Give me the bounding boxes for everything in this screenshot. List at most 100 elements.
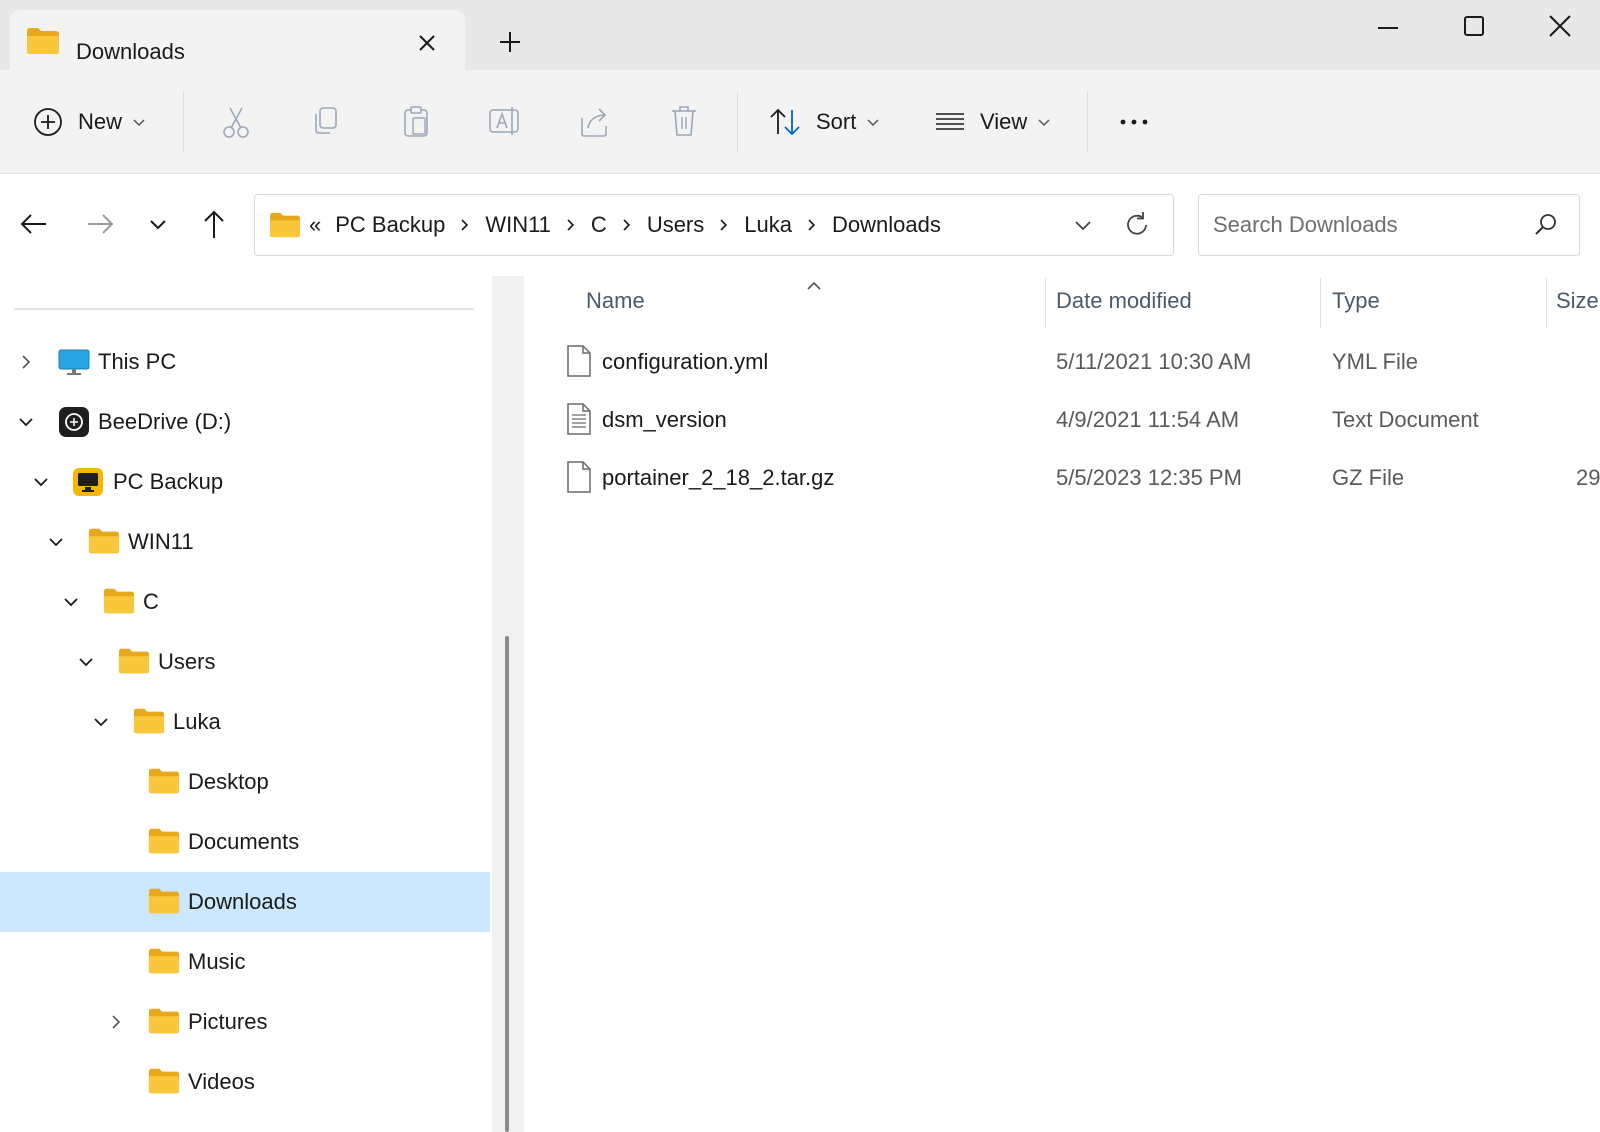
file-date-modified: 4/9/2021 11:54 AM (1056, 407, 1240, 432)
back-arrow-icon[interactable] (16, 206, 52, 242)
file-date-modified: 5/11/2021 10:30 AM (1056, 349, 1252, 374)
sidebar-item-c[interactable]: C (0, 572, 490, 632)
chevron-down-icon (1038, 119, 1050, 127)
sidebar-item-win11[interactable]: WIN11 (0, 512, 490, 572)
address-history-chevron-icon[interactable] (1067, 209, 1099, 241)
chevron-down-icon[interactable] (12, 408, 40, 436)
divider (183, 92, 184, 152)
sidebar-item-music[interactable]: Music (0, 932, 490, 992)
sidebar-item-label: Users (158, 649, 216, 674)
chevron-down-icon[interactable] (42, 528, 70, 556)
pc-backup-icon (73, 468, 103, 496)
folder-icon (148, 1068, 180, 1094)
file-type: YML File (1332, 349, 1418, 374)
close-tab-icon[interactable] (412, 28, 442, 58)
search-box[interactable] (1198, 194, 1580, 256)
sort-button[interactable]: Sort (768, 96, 880, 148)
sidebar-item-label: Desktop (188, 769, 269, 794)
folder-icon (270, 212, 300, 238)
breadcrumb-pc-backup[interactable]: PC Backup (335, 212, 445, 238)
sidebar-item-documents[interactable]: Documents (0, 812, 490, 872)
search-input[interactable] (1213, 207, 1513, 243)
sidebar-item-label: Pictures (188, 1009, 268, 1034)
close-icon[interactable] (1538, 6, 1582, 46)
more-icon[interactable] (1114, 96, 1154, 148)
file-icon (567, 461, 591, 493)
column-header-size[interactable]: Size (1556, 288, 1599, 314)
chevron-down-icon[interactable] (72, 648, 100, 676)
new-label: New (78, 109, 123, 134)
tab-downloads[interactable]: Downloads (10, 10, 465, 72)
folder-icon (148, 948, 180, 974)
file-type: GZ File (1332, 465, 1405, 490)
divider (1087, 92, 1088, 152)
text-document-icon (567, 403, 591, 435)
search-icon[interactable] (1529, 209, 1561, 241)
cut-icon[interactable] (216, 96, 256, 148)
chevron-right-icon[interactable] (559, 215, 583, 235)
address-bar[interactable]: « PC Backup WIN11 C Users Luka Downloads (254, 194, 1174, 256)
breadcrumb-users[interactable]: Users (647, 212, 704, 238)
column-divider[interactable] (1546, 278, 1547, 328)
column-header-name[interactable]: Name (586, 288, 645, 314)
sidebar-item-pictures[interactable]: Pictures (0, 992, 490, 1052)
sidebar-item-luka[interactable]: Luka (0, 692, 490, 752)
paste-icon[interactable] (396, 96, 436, 148)
file-type: Text Document (1332, 407, 1479, 432)
chevron-down-icon[interactable] (27, 468, 55, 496)
column-header-type[interactable]: Type (1332, 288, 1380, 314)
scrollbar-thumb[interactable] (505, 636, 509, 1132)
minimize-icon[interactable] (1366, 6, 1410, 46)
sidebar-item-label: C (143, 589, 159, 614)
sidebar-item-beedrive[interactable]: BeeDrive (D:) (0, 392, 490, 452)
chevron-right-icon[interactable] (800, 215, 824, 235)
file-name: configuration.yml (602, 349, 769, 374)
chevron-right-icon[interactable] (712, 215, 736, 235)
maximize-icon[interactable] (1452, 6, 1496, 46)
breadcrumb-c[interactable]: C (591, 212, 607, 238)
chevron-down-icon[interactable] (87, 708, 115, 736)
chevron-right-icon[interactable] (102, 1008, 130, 1036)
recent-locations-chevron-icon[interactable] (140, 206, 176, 242)
refresh-icon[interactable] (1121, 209, 1153, 241)
sidebar-item-label: This PC (98, 349, 177, 374)
chevron-right-icon[interactable] (453, 215, 477, 235)
chevron-down-icon[interactable] (57, 588, 85, 616)
sidebar-item-this-pc[interactable]: This PC (0, 332, 490, 392)
divider (14, 308, 474, 310)
rename-icon[interactable] (484, 96, 524, 148)
breadcrumb-win11[interactable]: WIN11 (485, 212, 551, 238)
sidebar-item-videos[interactable]: Videos (0, 1052, 490, 1112)
new-button[interactable]: New (32, 96, 146, 148)
column-divider[interactable] (1320, 278, 1321, 328)
file-row-configuration-yml[interactable]: configuration.yml 5/11/2021 10:30 AM YML… (524, 332, 1600, 390)
up-arrow-icon[interactable] (196, 206, 232, 242)
sidebar-item-pc-backup[interactable]: PC Backup (0, 452, 490, 512)
breadcrumb-downloads[interactable]: Downloads (832, 212, 941, 238)
column-divider[interactable] (1045, 278, 1046, 328)
navigation-pane: This PC BeeDrive (D:) PC Backup WIN11 C … (0, 276, 490, 1132)
view-label: View (980, 109, 1028, 134)
breadcrumb-overflow[interactable]: « (309, 212, 321, 238)
chevron-right-icon[interactable] (615, 215, 639, 235)
file-row-dsm-version[interactable]: dsm_version 4/9/2021 11:54 AM Text Docum… (524, 390, 1600, 448)
view-button[interactable]: View (934, 96, 1051, 148)
delete-icon[interactable] (664, 96, 704, 148)
file-row-portainer-tar-gz[interactable]: portainer_2_18_2.tar.gz 5/5/2023 12:35 P… (524, 448, 1600, 506)
chevron-down-icon (133, 119, 145, 127)
tab-label: Downloads (76, 39, 185, 64)
sidebar-item-users[interactable]: Users (0, 632, 490, 692)
share-icon[interactable] (574, 96, 614, 148)
copy-icon[interactable] (306, 96, 346, 148)
sidebar-item-desktop[interactable]: Desktop (0, 752, 490, 812)
plus-circle-icon (34, 108, 62, 136)
view-list-icon (936, 113, 964, 130)
forward-arrow-icon[interactable] (82, 206, 118, 242)
breadcrumb-luka[interactable]: Luka (744, 212, 792, 238)
chevron-down-icon (867, 119, 879, 127)
new-tab-icon[interactable] (492, 24, 528, 60)
sidebar-item-downloads[interactable]: Downloads (0, 872, 490, 932)
title-bar: Downloads (0, 0, 1600, 72)
column-header-date-modified[interactable]: Date modified (1056, 288, 1192, 314)
chevron-right-icon[interactable] (12, 348, 40, 376)
